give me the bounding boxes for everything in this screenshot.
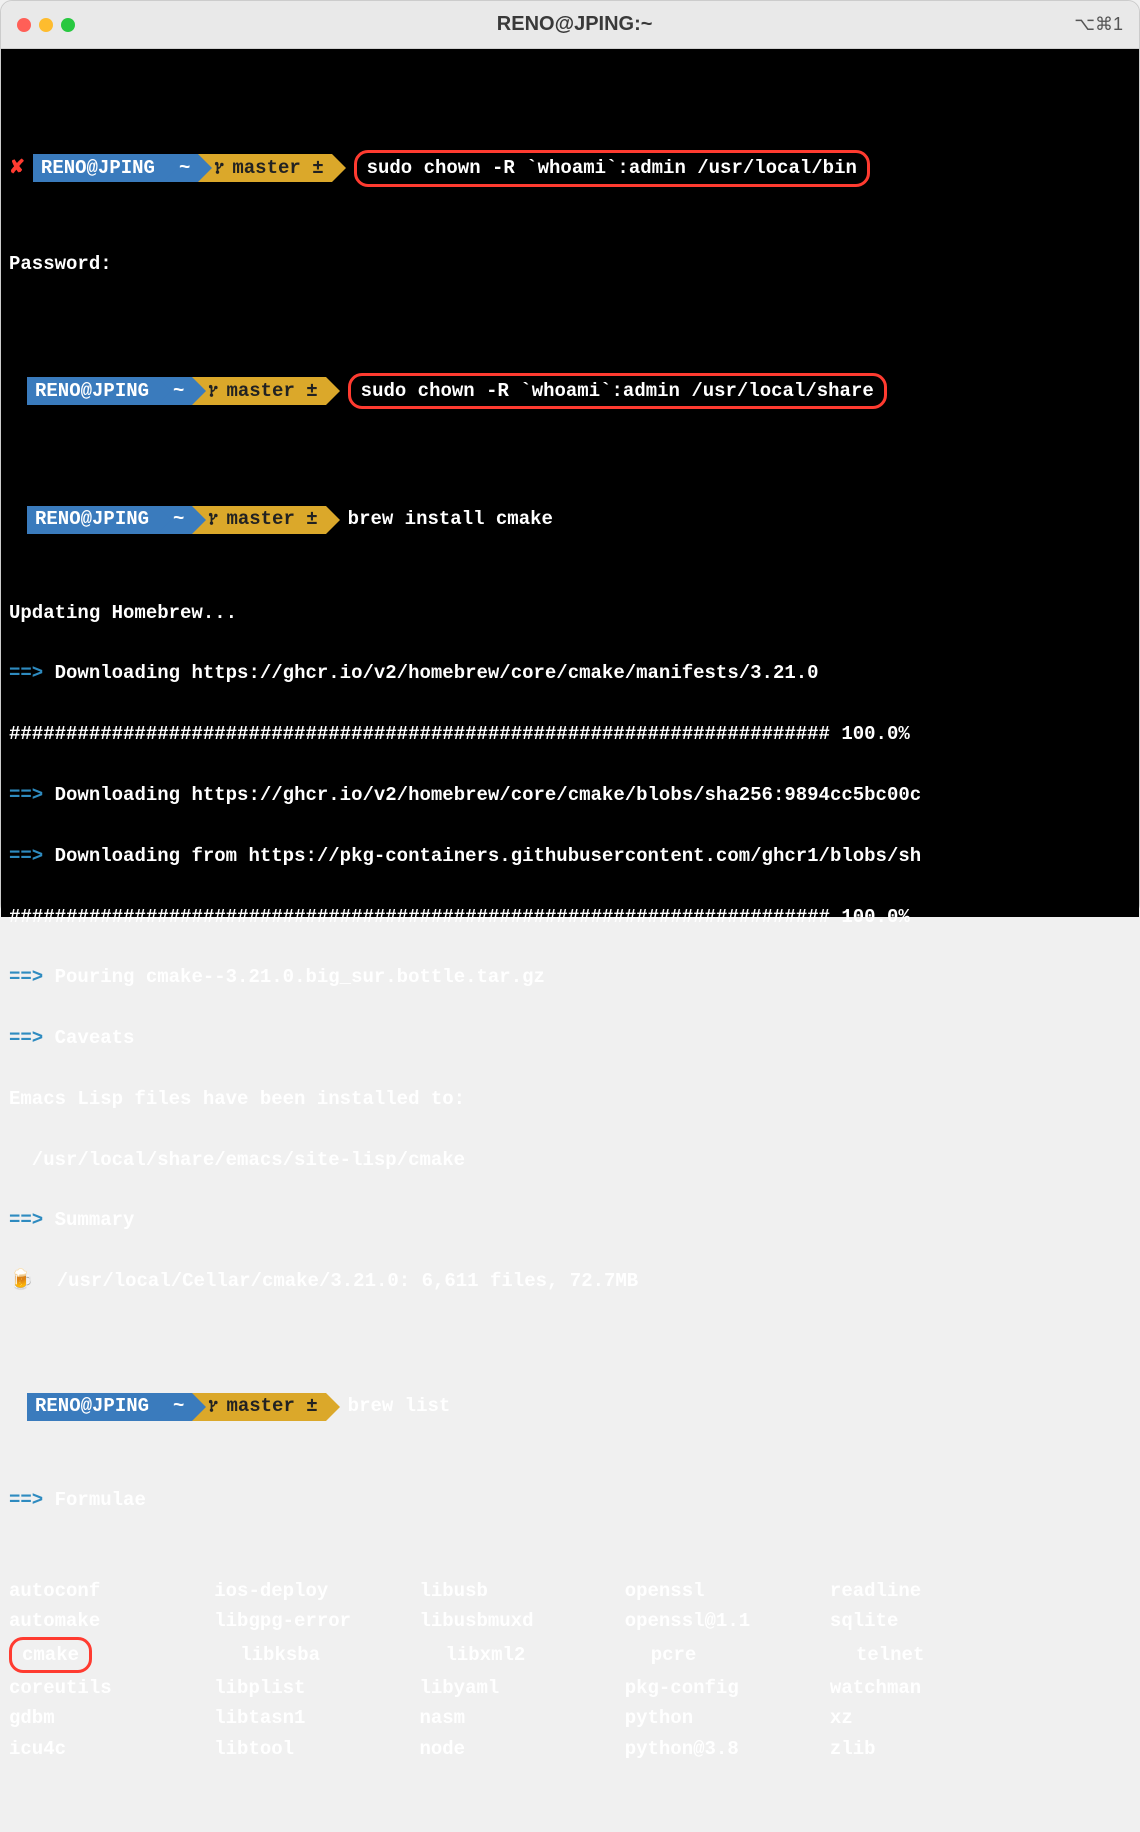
prompt-user-host: RENO@JPING bbox=[27, 377, 157, 405]
list-row: coreutils libplist libyaml pkg-config wa… bbox=[9, 1673, 1131, 1703]
prompt-git-branch: master ± bbox=[192, 506, 325, 534]
traffic-lights bbox=[17, 18, 75, 32]
output-line: ==> Formulae bbox=[9, 1485, 1131, 1515]
progress-bar: ########################################… bbox=[9, 902, 1131, 932]
beer-icon: 🍺 bbox=[9, 1270, 34, 1293]
output-line: ==> Summary bbox=[9, 1205, 1131, 1235]
list-row: gdbm libtasn1 nasm python xz bbox=[9, 1703, 1131, 1733]
git-branch-icon bbox=[208, 384, 222, 398]
output-line: 🍺 /usr/local/Cellar/cmake/3.21.0: 6,611 … bbox=[9, 1266, 1131, 1298]
list-row: icu4c libtool node python@3.8 zlib bbox=[9, 1734, 1131, 1764]
close-icon[interactable] bbox=[17, 18, 31, 32]
window-title: RENO@JPING:~ bbox=[75, 13, 1074, 36]
git-branch-icon bbox=[214, 161, 228, 175]
brew-list-output: autoconf ios-deploy libusb openssl readl… bbox=[9, 1576, 1131, 1764]
prompt-git-branch: master ± bbox=[198, 154, 331, 182]
list-row: autoconf ios-deploy libusb openssl readl… bbox=[9, 1576, 1131, 1606]
list-row: automake libgpg-error libusbmuxd openssl… bbox=[9, 1606, 1131, 1636]
progress-bar: ########################################… bbox=[9, 719, 1131, 749]
prompt-git-branch: master ± bbox=[192, 1393, 325, 1421]
window-shortcut: ⌥⌘1 bbox=[1074, 14, 1123, 35]
prompt-git-branch: master ± bbox=[192, 377, 325, 405]
output-line: ==> Downloading from https://pkg-contain… bbox=[9, 841, 1131, 871]
command-brew-install: brew install cmake bbox=[348, 504, 553, 534]
prompt-user-host: RENO@JPING bbox=[27, 506, 157, 534]
error-x-icon: ✘ bbox=[9, 153, 25, 183]
output-line: Emacs Lisp files have been installed to: bbox=[9, 1084, 1131, 1114]
zoom-icon[interactable] bbox=[61, 18, 75, 32]
password-prompt: Password: bbox=[9, 249, 1131, 279]
minimize-icon[interactable] bbox=[39, 18, 53, 32]
terminal-content[interactable]: ✘RENO@JPING~master ±sudo chown -R `whoam… bbox=[1, 49, 1139, 917]
list-row: cmake libksba libxml2 pcre telnet bbox=[9, 1637, 1131, 1673]
prompt-user-host: RENO@JPING bbox=[33, 154, 163, 182]
output-line: ==> Downloading https://ghcr.io/v2/homeb… bbox=[9, 658, 1131, 688]
output-line: ==> Caveats bbox=[9, 1023, 1131, 1053]
highlighted-command-1: sudo chown -R `whoami`:admin /usr/local/… bbox=[354, 150, 870, 186]
prompt-user-host: RENO@JPING bbox=[27, 1393, 157, 1421]
window-titlebar: RENO@JPING:~ ⌥⌘1 bbox=[1, 1, 1139, 49]
output-line: ==> Pouring cmake--3.21.0.big_sur.bottle… bbox=[9, 962, 1131, 992]
git-branch-icon bbox=[208, 512, 222, 526]
output-line: ==> Downloading https://ghcr.io/v2/homeb… bbox=[9, 780, 1131, 810]
command-brew-list: brew list bbox=[348, 1391, 451, 1421]
highlighted-command-2: sudo chown -R `whoami`:admin /usr/local/… bbox=[348, 373, 887, 409]
output-line: Updating Homebrew... bbox=[9, 598, 1131, 628]
output-line: /usr/local/share/emacs/site-lisp/cmake bbox=[9, 1145, 1131, 1175]
highlighted-package: cmake bbox=[9, 1637, 92, 1673]
git-branch-icon bbox=[208, 1399, 222, 1413]
